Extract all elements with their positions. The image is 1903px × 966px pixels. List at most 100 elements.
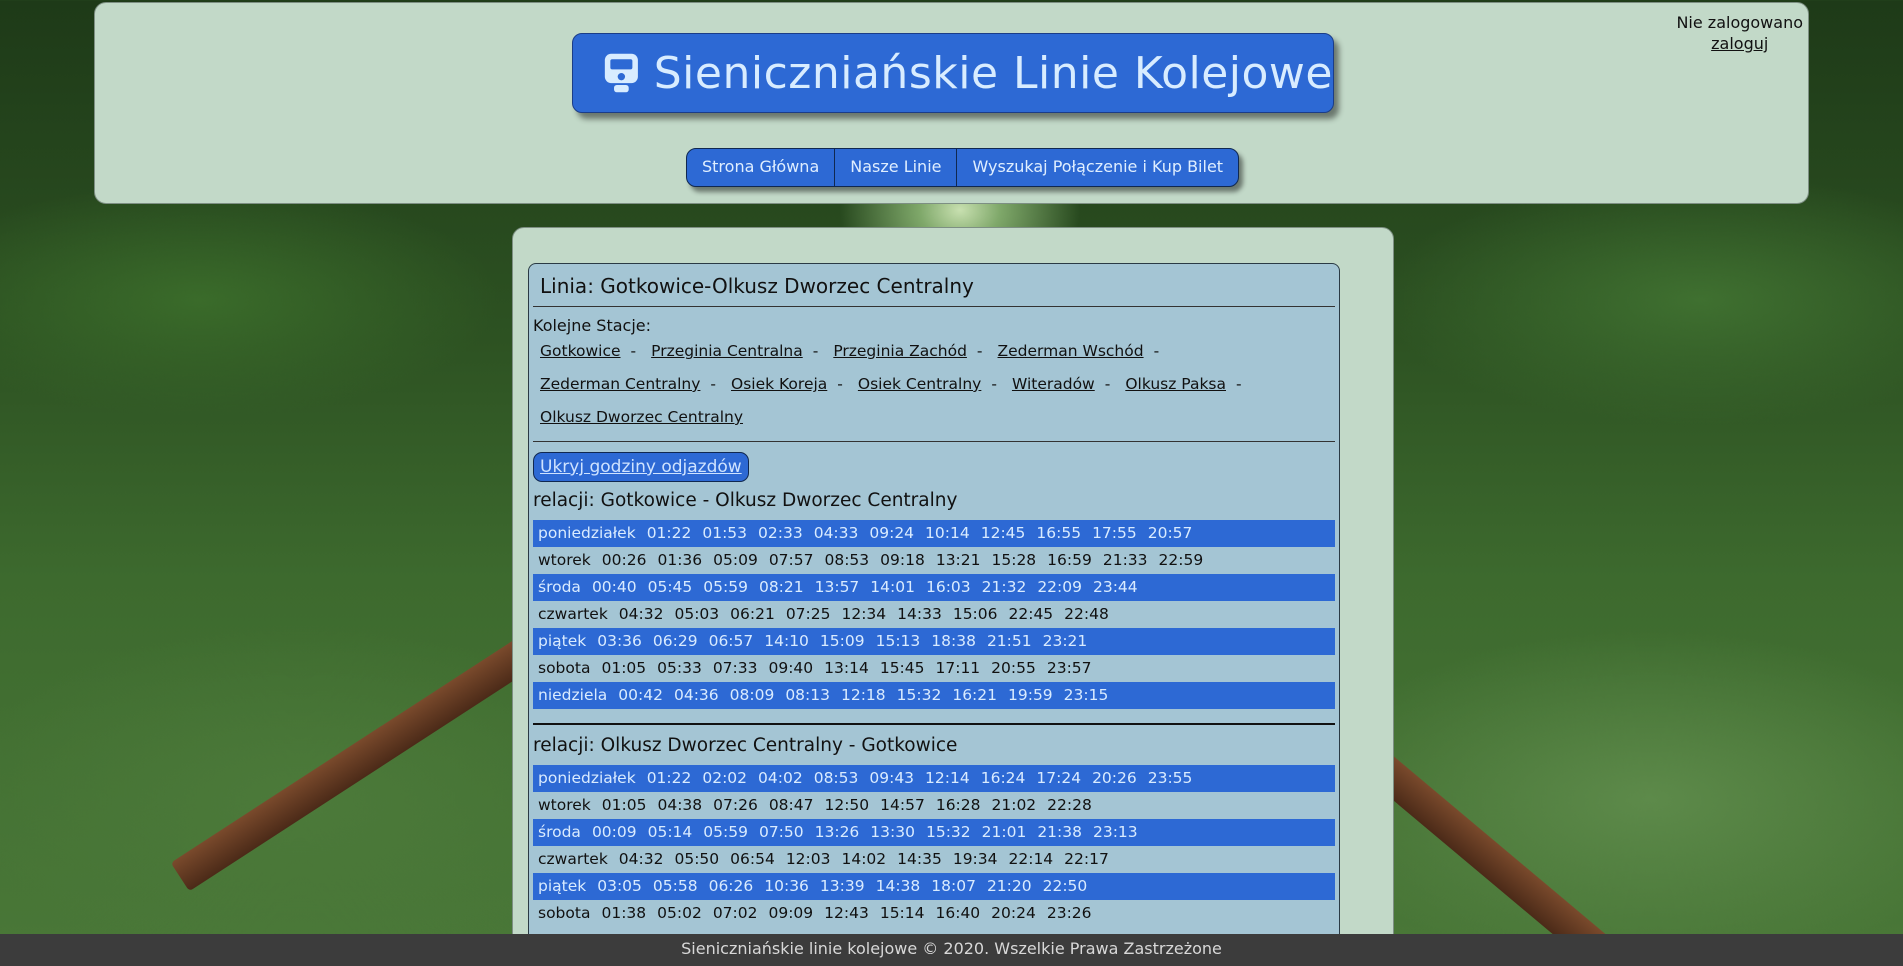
timetable-row: wtorek 01:05 04:38 07:26 08:47 12:50 14:57 16:2… <box>533 792 1335 819</box>
departure-time: 13:14 <box>824 659 869 677</box>
departure-time: 02:02 <box>702 769 748 787</box>
timetable-row: środa 00:40 05:45 05:59 08:21 13:57 14:01 16:03… <box>533 574 1335 601</box>
departure-time: 23:57 <box>1046 659 1092 677</box>
departure-time: 21:01 <box>981 823 1027 841</box>
departure-time: 02:33 <box>758 524 803 542</box>
departure-time: 15:45 <box>879 659 925 677</box>
departure-time: 10:36 <box>764 877 809 895</box>
departure-time: 06:26 <box>708 877 754 895</box>
station-list: Gotkowice - Przeginia Centralna - Przeginia … <box>533 335 1313 434</box>
departure-time: 01:22 <box>646 769 692 787</box>
hide-departures-button[interactable]: Ukryj godziny odjazdów <box>533 452 749 482</box>
station-link[interactable]: Olkusz Paksa <box>1125 375 1226 393</box>
station-link[interactable]: Zederman Wschód <box>998 342 1144 360</box>
station-link[interactable]: Przeginia Centralna <box>651 342 803 360</box>
departure-time: 21:32 <box>981 578 1027 596</box>
departure-time: 05:03 <box>674 605 720 623</box>
station-link[interactable]: Osiek Koreja <box>731 375 827 393</box>
departure-time: 22:48 <box>1064 605 1109 623</box>
timetable-row: niedziela 00:42 04:36 08:09 08:13 12:18 15:32 1… <box>533 682 1335 709</box>
departure-time: 05:02 <box>657 904 702 922</box>
station-item: Osiek Centralny - <box>855 368 1003 401</box>
station-item: Zederman Wschód - <box>995 335 1166 368</box>
departure-time: 04:33 <box>813 524 859 542</box>
departure-time: 08:13 <box>785 686 830 704</box>
departure-time: 15:09 <box>819 632 865 650</box>
day-name: czwartek <box>538 605 608 623</box>
station-link[interactable]: Gotkowice <box>540 342 621 360</box>
nav-search-buy-ticket[interactable]: Wyszukaj Połączenie i Kup Bilet <box>957 149 1238 186</box>
departure-time: 21:51 <box>986 632 1032 650</box>
departure-time: 14:38 <box>875 877 921 895</box>
departure-time: 16:03 <box>925 578 971 596</box>
departure-time: 09:40 <box>768 659 814 677</box>
departure-time: 13:39 <box>819 877 865 895</box>
departure-time: 23:15 <box>1063 686 1109 704</box>
stations-label: Kolejne Stacje: <box>533 316 651 335</box>
station-link[interactable]: Osiek Centralny <box>858 375 981 393</box>
departure-time: 05:09 <box>713 551 758 569</box>
departure-time: 18:07 <box>931 877 976 895</box>
station-link[interactable]: Przeginia Zachód <box>833 342 967 360</box>
departure-time: 22:50 <box>1042 877 1088 895</box>
departure-time: 07:02 <box>712 904 758 922</box>
departure-time: 21:33 <box>1102 551 1148 569</box>
day-name: sobota <box>538 659 591 677</box>
departure-time: 07:50 <box>758 823 804 841</box>
day-name: piątek <box>538 632 587 650</box>
departure-time: 04:36 <box>673 686 719 704</box>
departure-time: 15:28 <box>991 551 1037 569</box>
station-link[interactable]: Zederman Centralny <box>540 375 700 393</box>
departure-time: 17:55 <box>1092 524 1137 542</box>
departure-time: 23:44 <box>1092 578 1138 596</box>
station-item: Olkusz Paksa - <box>1122 368 1247 401</box>
login-status-text: Nie zalogowano <box>1676 13 1803 32</box>
day-name: niedziela <box>538 686 608 704</box>
departure-time: 05:58 <box>652 877 698 895</box>
station-separator: - <box>630 342 637 360</box>
timetable-row: piątek 03:05 05:58 06:26 10:36 13:39 14:38 18:0… <box>533 873 1335 900</box>
departure-time: 21:38 <box>1037 823 1082 841</box>
departure-time: 22:45 <box>1008 605 1054 623</box>
day-name: poniedziałek <box>538 769 636 787</box>
departure-time: 15:06 <box>952 605 998 623</box>
departure-time: 12:18 <box>840 686 886 704</box>
departure-time: 15:32 <box>896 686 942 704</box>
timetable-row: wtorek 00:26 01:36 05:09 07:57 08:53 09:18 13:2… <box>533 547 1335 574</box>
station-separator: - <box>1153 342 1160 360</box>
departure-time: 15:14 <box>879 904 925 922</box>
nav-home[interactable]: Strona Główna <box>687 149 836 186</box>
departure-time: 01:53 <box>702 524 748 542</box>
departure-time: 13:30 <box>870 823 915 841</box>
departure-time: 14:10 <box>764 632 809 650</box>
departure-time: 16:40 <box>935 904 981 922</box>
departure-time: 12:45 <box>980 524 1026 542</box>
departure-time: 20:55 <box>991 659 1036 677</box>
station-link[interactable]: Witeradów <box>1012 375 1095 393</box>
station-link[interactable]: Olkusz Dworzec Centralny <box>540 408 743 426</box>
nav-our-lines[interactable]: Nasze Linie <box>835 149 958 186</box>
departure-time: 09:43 <box>869 769 915 787</box>
station-separator: - <box>991 375 997 393</box>
departure-time: 22:17 <box>1064 850 1109 868</box>
departure-time: 00:26 <box>601 551 647 569</box>
station-separator: - <box>1236 375 1242 393</box>
timetable-row: poniedziałek 01:22 02:02 04:02 08:53 09:43 12:… <box>533 765 1335 792</box>
departure-time: 00:42 <box>618 686 663 704</box>
login-link[interactable]: zaloguj <box>1676 34 1803 53</box>
departure-time: 12:43 <box>824 904 869 922</box>
station-separator: - <box>1104 375 1111 393</box>
timetable-row: sobota 01:38 05:02 07:02 09:09 12:43 15:14 16:4… <box>533 900 1335 927</box>
site-logo-banner[interactable]: Sieniczniańskie Linie Kolejowe <box>572 33 1334 113</box>
departure-time: 16:59 <box>1047 551 1092 569</box>
departure-time: 13:26 <box>814 823 860 841</box>
station-item: Witeradów - <box>1009 368 1116 401</box>
departure-time: 00:09 <box>591 823 637 841</box>
departure-time: 22:14 <box>1008 850 1054 868</box>
departure-time: 23:21 <box>1042 632 1088 650</box>
timetable-row: poniedziałek 01:22 01:53 02:33 04:33 09:24 10:… <box>533 520 1335 547</box>
departure-time: 05:59 <box>703 823 748 841</box>
relation-title: relacji: Gotkowice - Olkusz Dworzec Cent… <box>533 490 958 511</box>
departure-time: 23:55 <box>1147 769 1193 787</box>
departure-time: 05:59 <box>703 578 748 596</box>
